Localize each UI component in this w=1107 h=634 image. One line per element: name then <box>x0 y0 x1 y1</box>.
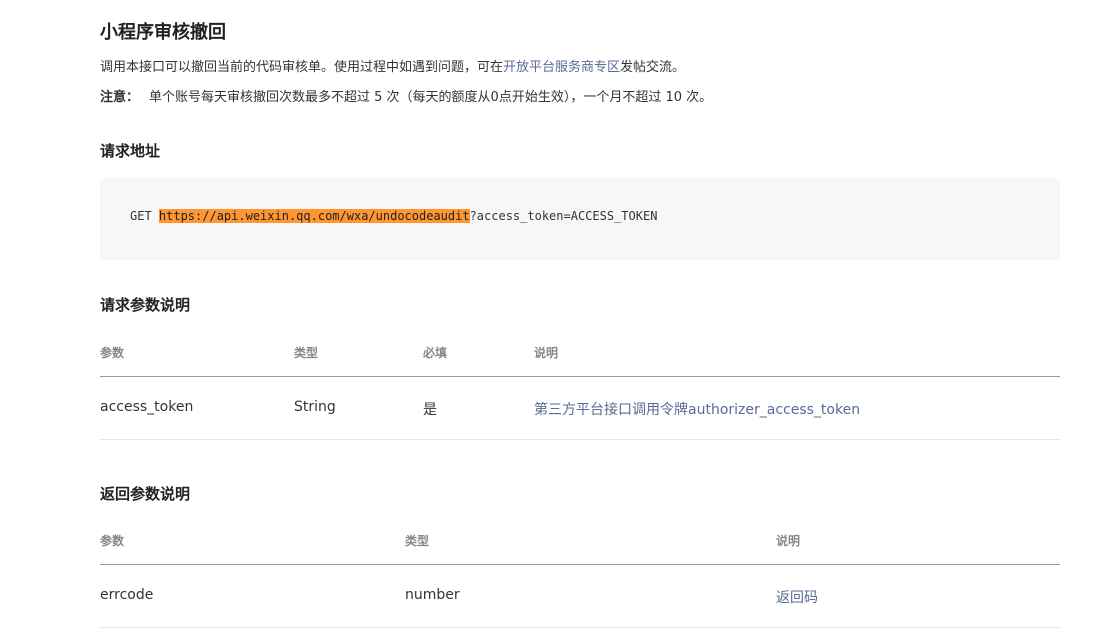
request-code-line: GET https://api.weixin.qq.com/wxa/undoco… <box>130 209 657 223</box>
response-params-table: 参数 类型 说明 errcode number 返回码 <box>100 518 1060 628</box>
intro-text-before: 调用本接口可以撤回当前的代码审核单。使用过程中如遇到问题，可在 <box>100 60 504 75</box>
note-text: 单个账号每天审核撤回次数最多不超过 5 次（每天的额度从0点开始生效），一个月不… <box>149 90 713 105</box>
table-row: access_token String 是 第三方平台接口调用令牌authori… <box>100 377 1060 440</box>
note-paragraph: 注意： 单个账号每天审核撤回次数最多不超过 5 次（每天的额度从0点开始生效），一… <box>100 86 712 105</box>
doc-page: 小程序审核撤回 调用本接口可以撤回当前的代码审核单。使用过程中如遇到问题，可在开… <box>0 0 1107 634</box>
column-header-param: 参数 <box>100 346 125 360</box>
column-header-type: 类型 <box>294 346 319 360</box>
request-query: ?access_token=ACCESS_TOKEN <box>469 209 658 223</box>
column-header-type: 类型 <box>405 534 430 548</box>
return-param-name-cell: errcode <box>100 587 154 603</box>
request-address-heading: 请求地址 <box>100 142 161 160</box>
param-type-cell: String <box>294 399 336 415</box>
request-method: GET <box>130 209 159 223</box>
column-header-description: 说明 <box>534 346 559 360</box>
param-name-cell: access_token <box>100 399 194 415</box>
table-header-row: 参数 类型 说明 <box>100 518 1060 565</box>
request-params-heading: 请求参数说明 <box>100 296 191 314</box>
intro-text-after: 发帖交流。 <box>620 60 686 75</box>
note-label: 注意： <box>100 90 140 105</box>
service-provider-zone-link[interactable]: 开放平台服务商专区 <box>503 60 620 75</box>
column-header-description: 说明 <box>776 534 801 548</box>
request-code-block: GET https://api.weixin.qq.com/wxa/undoco… <box>100 178 1060 260</box>
intro-paragraph: 调用本接口可以撤回当前的代码审核单。使用过程中如遇到问题，可在开放平台服务商专区… <box>100 56 685 75</box>
return-code-link[interactable]: 返回码 <box>776 587 818 607</box>
request-url: https://api.weixin.qq.com/wxa/undocodeau… <box>158 209 470 223</box>
table-header-row: 参数 类型 必填 说明 <box>100 330 1060 377</box>
table-row: errcode number 返回码 <box>100 565 1060 628</box>
return-param-type-cell: number <box>405 587 460 603</box>
page-title: 小程序审核撤回 <box>100 22 226 43</box>
param-required-cell: 是 <box>423 402 437 418</box>
column-header-param: 参数 <box>100 534 125 548</box>
param-description-link[interactable]: 第三方平台接口调用令牌authorizer_access_token <box>534 399 860 419</box>
column-header-required: 必填 <box>423 346 448 360</box>
response-params-heading: 返回参数说明 <box>100 485 191 503</box>
request-params-table: 参数 类型 必填 说明 access_token String 是 第三方平台接… <box>100 330 1060 440</box>
